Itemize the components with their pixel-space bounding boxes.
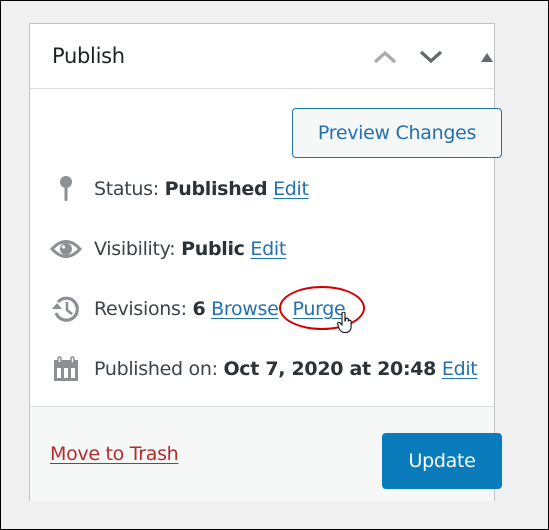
visibility-value: Public xyxy=(181,238,245,260)
triangle-up-icon xyxy=(481,53,493,62)
published-on-label: Published on: xyxy=(94,358,218,380)
revisions-count: 6 xyxy=(192,298,206,320)
purge-wrap: Purge xyxy=(278,286,365,333)
revisions-label: Revisions: xyxy=(94,298,187,320)
move-down-button[interactable] xyxy=(416,42,446,72)
status-value: Published xyxy=(164,178,268,200)
visibility-label: Visibility: xyxy=(94,238,176,260)
visibility-row: Visibility: Public Edit xyxy=(48,234,286,264)
calendar-icon xyxy=(48,354,84,384)
chevron-down-icon xyxy=(419,50,443,64)
toggle-panel-button[interactable] xyxy=(472,42,502,72)
pin-icon xyxy=(48,174,84,204)
history-icon xyxy=(48,294,84,324)
chevron-up-icon xyxy=(373,50,397,64)
published-on-value: Oct 7, 2020 at 20:48 xyxy=(223,358,437,380)
publish-footer: Move to Trash Update xyxy=(30,406,502,501)
revisions-row: Revisions: 6 Browse Purge xyxy=(48,286,365,333)
move-up-button[interactable] xyxy=(370,42,400,72)
browse-revisions-link[interactable]: Browse xyxy=(211,298,279,320)
hand-cursor-icon xyxy=(336,312,352,333)
edit-visibility-link[interactable]: Edit xyxy=(250,238,286,260)
status-row: Status: Published Edit xyxy=(48,174,309,204)
panel-title: Publish xyxy=(52,44,125,68)
screenshot-frame: Publish Preview Changes Status: Publishe… xyxy=(0,0,549,530)
preview-changes-button[interactable]: Preview Changes xyxy=(292,108,502,158)
panel-header: Publish xyxy=(30,24,494,89)
publish-panel: Publish Preview Changes Status: Publishe… xyxy=(29,23,502,501)
eye-icon xyxy=(48,234,84,264)
published-on-row: Published on: Oct 7, 2020 at 20:48 Edit xyxy=(48,354,478,384)
status-label: Status: xyxy=(94,178,159,200)
edit-status-link[interactable]: Edit xyxy=(273,178,309,200)
move-to-trash-link[interactable]: Move to Trash xyxy=(50,443,179,465)
update-button[interactable]: Update xyxy=(382,433,502,489)
edit-date-link[interactable]: Edit xyxy=(442,358,478,380)
